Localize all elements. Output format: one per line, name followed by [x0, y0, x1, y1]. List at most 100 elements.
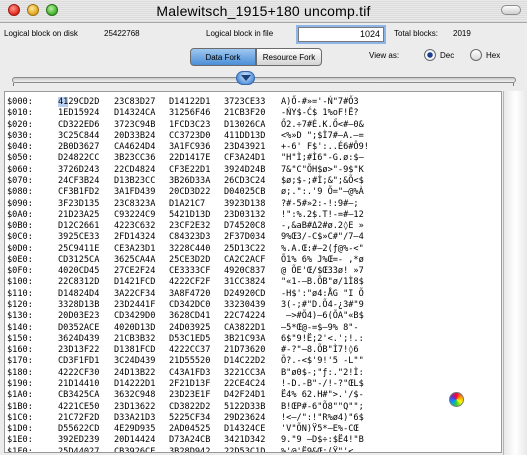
hex-word[interactable]: 21D23A25 [58, 209, 99, 221]
hex-word[interactable]: 31256F46 [169, 107, 210, 119]
hex-word[interactable]: 22D1417E [169, 152, 210, 164]
hex-row-ascii[interactable]: ?#-5#»2:-!:9#–; [281, 198, 359, 210]
hex-word[interactable]: D42F24D1 [224, 389, 265, 401]
hex-word[interactable]: 25D44027 [58, 446, 99, 452]
vertical-scrollbar[interactable] [503, 91, 527, 455]
hex-word[interactable]: 23C83D27 [114, 96, 155, 108]
hex-word[interactable]: D14222D1 [114, 378, 155, 390]
hex-row-ascii[interactable]: -ŃY$-Ć$ 1%oF!Ë? [281, 107, 359, 119]
hex-word[interactable]: 3726D243 [58, 164, 99, 176]
hex-word[interactable]: D14324CE [224, 423, 265, 435]
hex-word[interactable]: 22D53C1D [224, 446, 265, 452]
hex-row-ascii[interactable]: 9%Œ3/-C$»C#"/7–4 [281, 231, 364, 243]
hex-row-ascii[interactable]: "«1-–B.ÕB"ø/1Ì8$ [281, 276, 364, 288]
hex-word[interactable]: 4223C632 [114, 220, 155, 232]
hex-word[interactable]: 24CF3B24 [58, 175, 99, 187]
hex-word[interactable]: 1ED15924 [58, 107, 99, 119]
hex-word[interactable]: 21D14410 [58, 378, 99, 390]
hex-word[interactable]: 4129CD2D [58, 96, 99, 108]
hex-word[interactable]: 2F37D034 [224, 231, 265, 243]
hex-word[interactable]: C43A1FD3 [169, 367, 210, 379]
hex-row-ascii[interactable]: 7&"C"ÕH$ø>"-9$"K [281, 164, 364, 176]
radio-dec[interactable] [424, 49, 436, 61]
hex-word[interactable]: CE3A23D1 [114, 243, 155, 255]
hex-word[interactable]: CB3926CE [114, 446, 155, 452]
hex-row-ascii[interactable]: <%»D ";$Ì7#–A.–= [281, 130, 364, 142]
hex-word[interactable]: 3A22CF34 [114, 288, 155, 300]
hex-row-ascii[interactable]: A)Ő-#»='-Ń"7#Ő3 [281, 96, 359, 108]
hex-word[interactable]: C84323D3 [169, 231, 210, 243]
hex-word[interactable]: CE3333CF [169, 265, 210, 277]
hex-row-ascii[interactable]: #-?"–8.ÕB"Ì7!◊6 [281, 344, 364, 356]
hex-word[interactable]: CA4624D4 [114, 141, 155, 153]
hex-row-ascii[interactable]: B"ø0$-;"ƒ:."2!Ì: [281, 367, 364, 379]
hex-word[interactable]: 3221CC3A [224, 367, 265, 379]
hex-row-ascii[interactable]: 9."9 –D$÷:$Ë4!"B [281, 434, 364, 446]
hex-word[interactable]: 3C25C844 [58, 130, 99, 142]
hex-word[interactable]: 25CE3D2D [169, 254, 210, 266]
hex-word[interactable]: 21D73620 [224, 344, 265, 356]
hex-word[interactable]: 411DD13D [224, 130, 265, 142]
hex-word[interactable]: 21D55520 [169, 355, 210, 367]
hex-word[interactable]: 4222CC37 [169, 344, 210, 356]
hex-row-ascii[interactable]: -H$':"ø4:ÅG "I Õ [281, 288, 364, 300]
hex-word[interactable]: 23D13622 [114, 401, 155, 413]
hex-word[interactable]: 22CD4824 [114, 164, 155, 176]
hex-word[interactable]: 23CF2E32 [169, 220, 210, 232]
hex-word[interactable]: 23D23E1F [169, 389, 210, 401]
hex-row-ascii[interactable]: Ë4% 62.H#">.'/$- [281, 389, 364, 401]
hex-word[interactable]: D1381FCD [114, 344, 155, 356]
hex-word[interactable]: 21C72F2D [58, 412, 99, 424]
hex-dump-view[interactable]: $000: 4129CD2D 23C83D27 D14122D1 3723CE33 A)Ő… [4, 91, 502, 453]
hex-word[interactable]: D14824D4 [58, 288, 99, 300]
hex-word[interactable]: 33230439 [224, 299, 265, 311]
hex-word[interactable]: 4221CE50 [58, 401, 99, 413]
logical-block-file-input[interactable]: 1024 [298, 27, 384, 42]
hex-word[interactable]: 3228C440 [169, 243, 210, 255]
hex-word[interactable]: 26CD3C24 [224, 175, 265, 187]
hex-word[interactable]: 4020D13D [114, 322, 155, 334]
hex-word[interactable]: 3A8F4720 [169, 288, 210, 300]
hex-word[interactable]: CD3F1FD1 [58, 355, 99, 367]
hex-word[interactable]: 22C8312D [58, 276, 99, 288]
hex-word[interactable]: 3624D439 [58, 333, 99, 345]
hex-word[interactable]: 2AD04525 [169, 423, 210, 435]
radio-hex[interactable] [470, 49, 482, 61]
hex-word[interactable]: 3B23CC36 [114, 152, 155, 164]
hex-word[interactable]: 2B0D3627 [58, 141, 99, 153]
hex-row-ascii[interactable]: –>#Õ4)–6(ÕA"«B$ [281, 310, 364, 322]
hex-word[interactable]: D14122D1 [169, 96, 210, 108]
hex-row-ascii[interactable]: B!ŒP#-6"Õ8""Q""; [281, 401, 364, 413]
hex-word[interactable]: 2FD14324 [114, 231, 155, 243]
hex-word[interactable]: D55622CD [58, 423, 99, 435]
hex-word[interactable]: 3A1FD439 [114, 186, 155, 198]
hex-word[interactable]: 3B26D33A [169, 175, 210, 187]
hex-word[interactable]: D1421FCD [114, 276, 155, 288]
hex-word[interactable]: D13026CA [224, 119, 265, 131]
hex-word[interactable]: 5421D13D [169, 209, 210, 221]
hex-row-ascii[interactable]: –5*Œ@-=$–9% 8"- [281, 322, 359, 334]
title-bar[interactable]: Malewitsch_1915+180 uncomp.tif [0, 0, 527, 23]
hex-row-ascii[interactable]: 3(-;#"D.Õ4-¿3#"9 [281, 299, 364, 311]
hex-word[interactable]: 25C9411E [58, 243, 99, 255]
hex-word[interactable]: 3B28D942 [169, 446, 210, 452]
hex-word[interactable]: CA3822D1 [224, 322, 265, 334]
hex-word[interactable]: D13B23CC [114, 175, 155, 187]
hex-word[interactable]: 27CE2F24 [114, 265, 155, 277]
tab-resource-fork[interactable]: Resource Fork [256, 48, 322, 66]
hex-word[interactable]: D73A24CB [169, 434, 210, 446]
hex-word[interactable]: 24D13B22 [114, 367, 155, 379]
hex-word[interactable]: CD322ED6 [58, 119, 99, 131]
hex-word[interactable]: 3328D13B [58, 299, 99, 311]
hex-word[interactable]: 3628CD41 [169, 310, 210, 322]
hex-row-ascii[interactable]: %'@'Ë9&Œ;(Ÿ"'<. [281, 446, 359, 452]
hex-row-ascii[interactable]: Õ?.-<$'9!'5 -L"" [281, 355, 364, 367]
hex-word[interactable]: D74520C8 [224, 220, 265, 232]
hex-word[interactable]: D14C22D2 [224, 355, 265, 367]
hex-row-ascii[interactable]: %.A.Œ:#–2(ƒ@%-<" [281, 243, 364, 255]
hex-row-ascii[interactable]: Õ1% 6% J%Œ=- ,*ø [281, 254, 364, 266]
hex-row-ascii[interactable]: @ ÕE'Œ/$Œ33ø! »7 [281, 265, 364, 277]
hex-word[interactable]: 3F23D135 [58, 198, 99, 210]
hex-word[interactable]: 22CE4C24 [224, 378, 265, 390]
hex-word[interactable]: CF3A24D1 [224, 152, 265, 164]
